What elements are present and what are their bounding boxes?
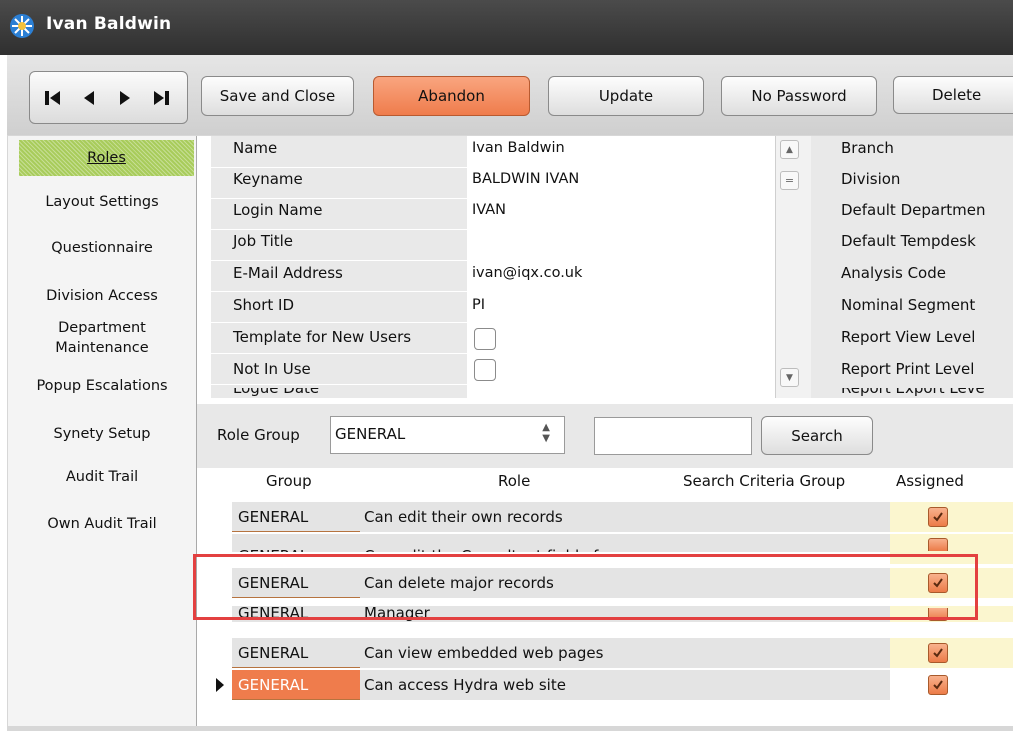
sidebar-item-roles[interactable]: Roles — [19, 140, 194, 176]
report-export-level-text: Report Export Leve — [841, 388, 985, 397]
search-criteria-column-header[interactable]: Search Criteria Group — [683, 469, 845, 493]
role-group-select[interactable]: GENERAL ▲ ▼ — [330, 416, 565, 454]
group-cell: GENERAL — [232, 534, 360, 552]
report-export-level-label: Report Export Leve — [841, 388, 985, 398]
abandon-button[interactable]: Abandon — [373, 76, 530, 116]
scroll-up-icon[interactable]: ▲ — [780, 140, 799, 159]
no-password-button[interactable]: No Password — [721, 76, 877, 116]
delete-button[interactable]: Delete — [893, 76, 1013, 114]
scroll-thumb[interactable]: = — [780, 171, 799, 190]
right-fields-panel: Branch Division Default Departmen Defaul… — [811, 136, 1013, 398]
table-row[interactable]: GENERAL Can view embedded web pages — [232, 638, 890, 668]
role-group-label: Role Group — [217, 426, 300, 444]
group-cell: GENERAL — [232, 670, 360, 700]
sidebar-item-department-maintenance[interactable]: Department Maintenance — [8, 318, 196, 358]
search-button[interactable]: Search — [761, 416, 873, 455]
assigned-checkbox[interactable] — [928, 643, 948, 663]
sidebar-item-layout-settings[interactable]: Layout Settings — [8, 192, 196, 212]
assigned-checkbox[interactable] — [928, 538, 948, 551]
job-title-field[interactable] — [472, 229, 762, 253]
assigned-cell — [890, 638, 1013, 668]
role-group-value: GENERAL — [335, 425, 406, 443]
spinner-icon: ▲ ▼ — [542, 422, 550, 444]
title-bar: Ivan Baldwin — [0, 0, 1013, 55]
email-label: E-Mail Address — [233, 264, 343, 282]
last-record-button[interactable] — [144, 72, 178, 123]
checkmark-icon — [933, 512, 943, 522]
sidebar-item-own-audit-trail[interactable]: Own Audit Trail — [8, 514, 196, 534]
login-name-field[interactable]: IVAN — [472, 198, 506, 222]
sidebar-item-label: Roles — [87, 150, 126, 166]
nominal-segment-label: Nominal Segment — [841, 296, 976, 314]
keyname-label: Keyname — [233, 170, 303, 188]
sidebar-item-audit-trail[interactable]: Audit Trail — [8, 467, 196, 487]
default-department-label: Default Departmen — [841, 201, 986, 219]
checkmark-icon — [933, 680, 943, 690]
login-name-label: Login Name — [233, 201, 323, 219]
assigned-checkbox[interactable] — [928, 675, 948, 695]
short-id-label: Short ID — [233, 296, 294, 314]
assigned-column-header[interactable]: Assigned — [896, 469, 964, 493]
assigned-checkbox[interactable] — [928, 507, 948, 527]
next-record-button[interactable] — [108, 72, 142, 123]
logue-date-label: Logue Date — [233, 388, 319, 398]
assigned-cell — [890, 670, 1013, 700]
previous-record-icon — [84, 90, 94, 105]
first-record-button[interactable] — [36, 72, 70, 123]
sidebar-item-popup-escalations[interactable]: Popup Escalations — [8, 376, 196, 396]
record-navigation — [29, 71, 188, 124]
group-cell: GENERAL — [232, 502, 360, 532]
checkmark-icon — [933, 648, 943, 658]
keyname-field[interactable]: BALDWIN IVAN — [472, 167, 579, 191]
last-record-icon — [154, 90, 169, 105]
short-id-field[interactable]: PI — [472, 293, 485, 317]
email-field[interactable]: ivan@iqx.co.uk — [472, 261, 582, 285]
highlight-box — [193, 554, 978, 620]
next-record-icon — [120, 90, 130, 105]
current-row-indicator-icon — [216, 678, 224, 692]
role-cell: Can access Hydra web site — [360, 670, 890, 700]
group-column-header[interactable]: Group — [266, 469, 312, 493]
update-button[interactable]: Update — [548, 76, 704, 116]
role-cell: Can edit the Consultant field of — [360, 534, 890, 552]
template-new-users-checkbox[interactable] — [474, 328, 496, 350]
report-view-level-label: Report View Level — [841, 328, 976, 346]
report-print-level-label: Report Print Level — [841, 360, 975, 378]
name-label: Name — [233, 139, 278, 157]
job-title-label: Job Title — [233, 232, 294, 250]
group-cell: GENERAL — [232, 638, 360, 668]
save-and-close-button[interactable]: Save and Close — [201, 76, 354, 116]
logue-date-text: Logue Date — [233, 388, 320, 397]
sidebar-item-label: Maintenance — [55, 340, 149, 356]
sidebar-item-label: Department — [58, 320, 146, 336]
sidebar-item-questionnaire[interactable]: Questionnaire — [8, 238, 196, 258]
name-field[interactable]: Ivan Baldwin — [472, 136, 565, 160]
table-row-selected[interactable]: GENERAL Can access Hydra web site — [232, 670, 890, 700]
branch-label: Branch — [841, 139, 894, 157]
sidebar-item-synety-setup[interactable]: Synety Setup — [8, 424, 196, 444]
previous-record-button[interactable] — [72, 72, 106, 123]
role-column-header[interactable]: Role — [498, 469, 530, 493]
analysis-code-label: Analysis Code — [841, 264, 946, 282]
template-new-users-label: Template for New Users — [233, 328, 412, 346]
scroll-down-icon[interactable]: ▼ — [780, 368, 799, 387]
window-title: Ivan Baldwin — [46, 14, 172, 34]
assigned-cell — [890, 502, 1013, 532]
table-row[interactable]: GENERAL Can edit their own records — [232, 502, 890, 532]
division-label: Division — [841, 170, 901, 188]
first-record-icon — [45, 90, 60, 105]
search-input[interactable] — [594, 417, 752, 455]
table-row[interactable]: GENERAL Can edit the Consultant field of — [232, 534, 890, 552]
app-logo-icon — [10, 14, 34, 38]
not-in-use-checkbox[interactable] — [474, 359, 496, 381]
role-cell: Can view embedded web pages — [360, 638, 890, 668]
not-in-use-label: Not In Use — [233, 360, 311, 378]
default-tempdesk-label: Default Tempdesk — [841, 232, 976, 250]
role-cell: Can edit their own records — [360, 502, 890, 532]
sidebar-item-division-access[interactable]: Division Access — [8, 286, 196, 306]
fields-scrollbar[interactable]: ▲ = ▼ — [775, 136, 812, 398]
